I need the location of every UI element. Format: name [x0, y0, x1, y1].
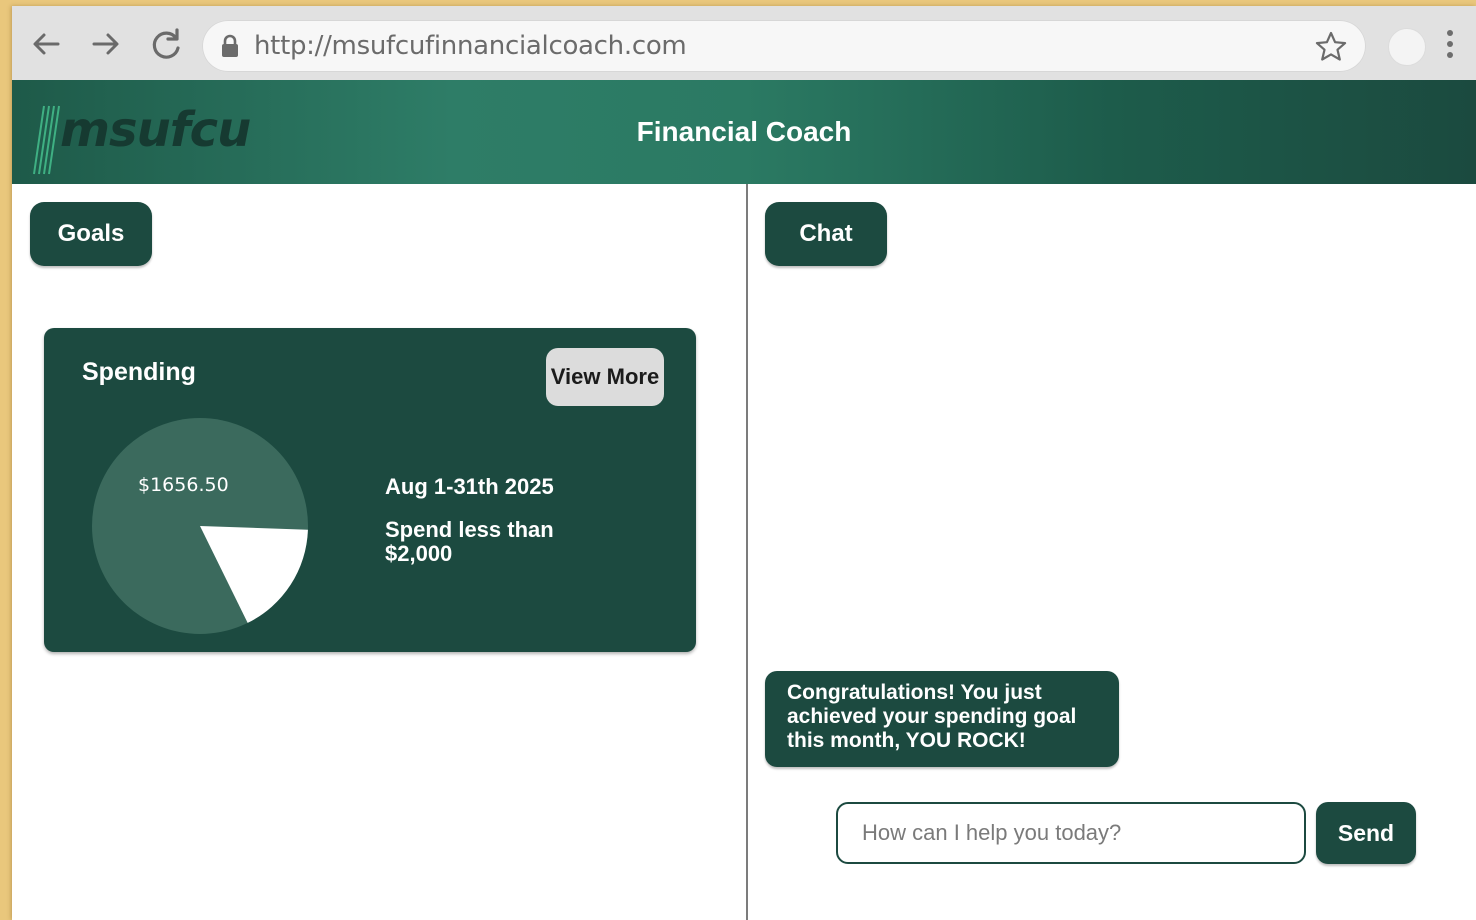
spending-goal-card: Spending View More $1656.50 Aug 1-31th 2… [44, 328, 696, 652]
profile-avatar[interactable] [1388, 28, 1426, 66]
chat-input[interactable] [836, 802, 1306, 864]
card-title: Spending [82, 358, 196, 386]
send-button[interactable]: Send [1316, 802, 1416, 864]
back-icon[interactable] [26, 24, 66, 64]
page-title: Financial Coach [636, 116, 852, 147]
app-header: msufcu Financial Coach [12, 80, 1476, 184]
spending-pie-chart [92, 418, 308, 634]
kebab-menu-icon[interactable] [1442, 26, 1458, 64]
url-text[interactable]: http://msufcufinnancialcoach.com [254, 20, 687, 72]
lock-icon [222, 34, 238, 57]
goal-description: Spend less than $2,000 [385, 517, 554, 566]
view-more-button[interactable]: View More [546, 348, 664, 406]
browser-window: http://msufcufinnancialcoach.com msufcu … [12, 6, 1476, 920]
panel-divider [746, 184, 748, 920]
chat-message-bubble: Congratulations! You just achieved your … [765, 671, 1119, 767]
goals-tab-button[interactable]: Goals [30, 202, 152, 266]
goal-date-range: Aug 1-31th 2025 [385, 474, 554, 499]
star-icon[interactable] [1314, 30, 1348, 64]
chat-tab-button[interactable]: Chat [765, 202, 887, 266]
spent-amount-label: $1656.50 [138, 474, 229, 496]
address-bar[interactable]: http://msufcufinnancialcoach.com [202, 20, 1366, 72]
reload-icon[interactable] [146, 24, 186, 64]
forward-icon[interactable] [86, 24, 126, 64]
browser-toolbar: http://msufcufinnancialcoach.com [12, 6, 1476, 80]
